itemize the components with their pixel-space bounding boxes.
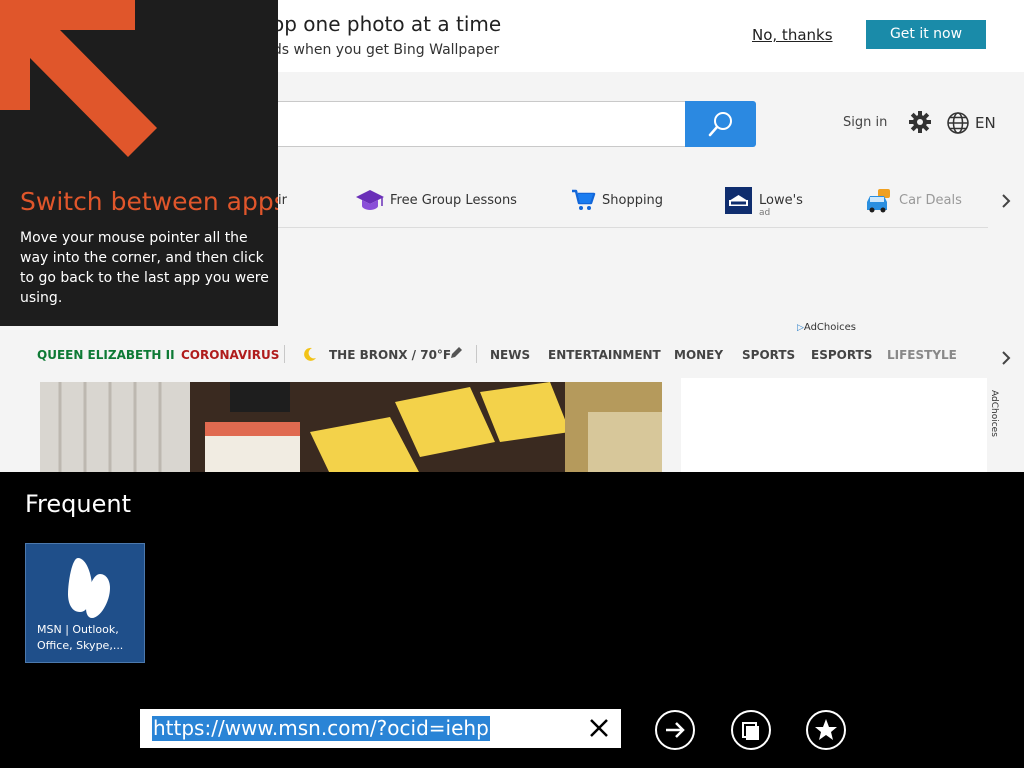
nav-lifestyle[interactable]: LIFESTYLE (887, 348, 957, 362)
quick-link-label: Shopping (602, 193, 664, 208)
car-icon (867, 189, 890, 213)
gear-icon[interactable] (908, 110, 932, 134)
quick-link-label: Car Deals (899, 193, 962, 208)
divider (476, 345, 477, 363)
frequent-tile-msn[interactable]: MSN | Outlook, Office, Skype,... (25, 543, 145, 663)
msn-butterfly-icon (68, 558, 110, 618)
nav-coronavirus[interactable]: CORONAVIRUS (181, 348, 279, 362)
lowes-logo-icon (725, 187, 752, 214)
address-bar[interactable]: https://www.msn.com/?ocid=iehp (140, 709, 621, 748)
chevron-right-icon[interactable] (1000, 350, 1012, 366)
sign-in-link[interactable]: Sign in (843, 115, 887, 130)
quick-link-label: ir (278, 193, 287, 208)
nav-weather[interactable]: THE BRONX / 70°F (329, 348, 451, 362)
frequent-panel: Frequent MSN | Outlook, Office, Skype,..… (0, 472, 1024, 768)
no-thanks-link[interactable]: No, thanks (752, 26, 833, 44)
get-it-now-button[interactable]: Get it now (866, 20, 986, 49)
chevron-right-icon[interactable] (1000, 193, 1012, 209)
search-icon (708, 112, 732, 137)
nav-sports[interactable]: SPORTS (742, 348, 795, 362)
arrow-right-icon (666, 722, 685, 738)
tabs-button[interactable] (731, 710, 771, 750)
hero-image[interactable] (40, 382, 662, 474)
favorites-button[interactable] (806, 710, 846, 750)
nav-money[interactable]: MONEY (674, 348, 723, 362)
moon-icon (304, 347, 316, 361)
tip-body: Move your mouse pointer all the way into… (20, 230, 269, 306)
url-text[interactable]: https://www.msn.com/?ocid=iehp (152, 716, 490, 741)
go-button[interactable] (655, 710, 695, 750)
arrow-up-left-icon (0, 0, 157, 157)
graduation-cap-icon (356, 190, 384, 210)
ad-choices-label: AdChoices (803, 322, 857, 333)
nav-news[interactable]: NEWS (490, 348, 530, 362)
star-icon (815, 719, 837, 740)
close-icon[interactable] (588, 717, 610, 739)
nav-queen-elizabeth[interactable]: QUEEN ELIZABETH II (37, 348, 175, 362)
tabs-icon (742, 722, 759, 740)
ad-choices-label[interactable]: AdChoices (989, 390, 999, 437)
nav-esports[interactable]: ESPORTS (811, 348, 872, 362)
nav-entertainment[interactable]: ENTERTAINMENT (548, 348, 661, 362)
ad-badge: ad (759, 208, 771, 218)
globe-icon[interactable] (946, 111, 970, 135)
tile-label: MSN | Outlook, Office, Skype,... (37, 623, 124, 652)
divider (284, 345, 285, 363)
frequent-heading: Frequent (25, 490, 131, 518)
language-selector[interactable]: EN (975, 114, 996, 132)
switch-apps-tip: Switch between apps Move your mouse poin… (0, 0, 278, 326)
category-nav: QUEEN ELIZABETH II CORONAVIRUS THE BRONX… (0, 340, 1024, 370)
search-button[interactable] (685, 101, 756, 147)
quick-link-label: Lowe's (759, 193, 803, 208)
quick-link-label: Free Group Lessons (390, 193, 517, 208)
pencil-icon[interactable] (449, 346, 463, 360)
shopping-cart-icon (572, 189, 596, 210)
ad-choices-link[interactable]: ▷AdChoices (797, 322, 856, 333)
side-ad[interactable] (681, 378, 987, 474)
tip-title: Switch between apps (20, 187, 278, 216)
